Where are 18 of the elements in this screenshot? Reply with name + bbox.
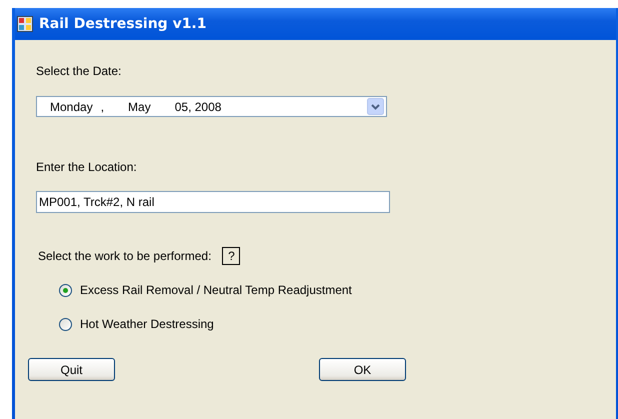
date-part: , [100, 100, 104, 114]
date-part: May [128, 100, 151, 114]
location-label: Enter the Location: [36, 160, 137, 174]
location-field[interactable]: MP001, Trck#2, N rail [36, 191, 390, 213]
radio-label[interactable]: Excess Rail Removal / Neutral Temp Readjustment [80, 283, 352, 297]
date-part: 05, 2008 [174, 100, 222, 114]
window-title: Rail Destressing v1.1 [39, 16, 206, 32]
radio-label[interactable]: Hot Weather Destressing [80, 317, 214, 331]
radio-button[interactable] [59, 284, 72, 296]
work-label: Select the work to be performed: [38, 249, 212, 263]
quit-button[interactable]: Quit [28, 358, 115, 381]
radio-button[interactable] [59, 318, 72, 330]
date-part: Monday [50, 100, 93, 114]
ok-button[interactable]: OK [319, 358, 406, 381]
help-button[interactable]: ? [222, 247, 240, 265]
app-icon [17, 16, 33, 32]
date-picker[interactable]: Monday , May 05, 2008 [36, 96, 387, 117]
date-label: Select the Date: [36, 64, 122, 78]
